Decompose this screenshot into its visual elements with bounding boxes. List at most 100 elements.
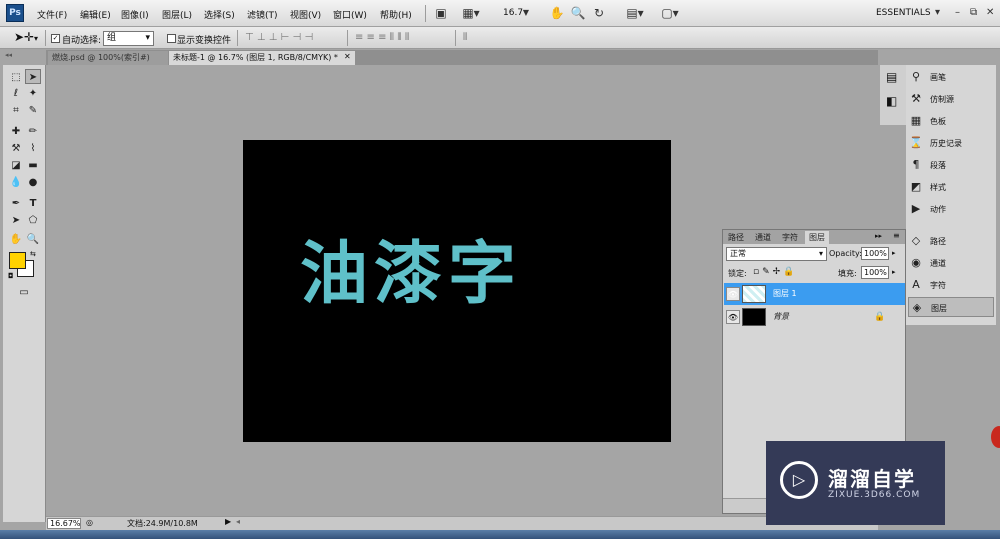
menu-select[interactable]: 选择(S) bbox=[204, 8, 235, 21]
show-transform-checkbox[interactable] bbox=[167, 34, 176, 43]
layer-thumbnail bbox=[742, 308, 766, 326]
collapse-icon[interactable]: ◂◂ bbox=[5, 51, 12, 59]
blur-tool-icon[interactable]: 💧 bbox=[8, 175, 24, 190]
menu-file[interactable]: 文件(F) bbox=[37, 8, 67, 21]
eraser-tool-icon[interactable]: ◪ bbox=[8, 158, 24, 173]
pen-tool-icon[interactable]: ✒ bbox=[8, 196, 24, 211]
tab-document-2[interactable]: 未标题-1 @ 16.7% (图层 1, RGB/8/CMYK) * bbox=[169, 51, 355, 65]
layer-row-background[interactable]: 👁 背景 🔒 bbox=[724, 306, 905, 328]
dock-item-paths[interactable]: ◇ 路径 bbox=[908, 231, 994, 251]
menu-layer[interactable]: 图层(L) bbox=[162, 8, 192, 21]
color-panel-icon[interactable]: ▤ bbox=[886, 70, 897, 84]
chevron-down-icon[interactable]: ▼ bbox=[521, 5, 531, 21]
foreground-color-swatch[interactable] bbox=[9, 252, 26, 269]
lock-buttons-icon[interactable]: ▫✎✢🔒 bbox=[753, 267, 797, 277]
panel-menu-icon[interactable]: ≡ bbox=[893, 231, 900, 240]
chevron-down-icon: ▾ bbox=[818, 249, 823, 258]
move-tool-preset-icon[interactable]: ➤✛ bbox=[14, 30, 34, 44]
scroll-left-icon[interactable]: ◂ bbox=[236, 517, 240, 526]
dock-item-channels[interactable]: ◉ 通道 bbox=[908, 253, 994, 273]
swap-colors-icon[interactable]: ⇆ bbox=[30, 250, 36, 258]
eyedropper-tool-icon[interactable]: ✎ bbox=[25, 103, 41, 118]
dock-item-paragraph[interactable]: ¶ 段落 bbox=[908, 155, 994, 175]
menu-image[interactable]: 图像(I) bbox=[121, 8, 149, 21]
workspace-chevron-icon[interactable]: ▾ bbox=[935, 7, 940, 18]
dock-item-actions[interactable]: ▶ 动作 bbox=[908, 199, 994, 219]
layer-row-1[interactable]: 👁 图层 1 bbox=[724, 283, 905, 305]
rotate-view-icon[interactable]: ↻ bbox=[591, 5, 607, 21]
magic-wand-tool-icon[interactable]: ✦ bbox=[25, 86, 41, 101]
eye-icon[interactable]: 👁 bbox=[726, 287, 740, 301]
zoom-field[interactable]: 16.67% bbox=[47, 518, 81, 529]
clone-stamp-tool-icon[interactable]: ⚒ bbox=[8, 141, 24, 156]
chevron-right-icon[interactable]: ▸ bbox=[892, 268, 896, 276]
auto-select-dropdown[interactable]: 组 ▾ bbox=[103, 31, 154, 46]
play-logo-icon: ▷ bbox=[780, 461, 818, 499]
default-colors-icon[interactable]: ◘ bbox=[8, 272, 14, 280]
dock-item-history[interactable]: ⌛ 历史记录 bbox=[908, 133, 994, 153]
tab-document-1[interactable]: 燃烧.psd @ 100%(索引#) bbox=[48, 51, 168, 65]
workspace-switcher[interactable]: ESSENTIALS bbox=[876, 8, 931, 18]
brush-icon: ⚲ bbox=[911, 70, 921, 83]
arrange-documents-icon[interactable]: ▤▾ bbox=[622, 5, 648, 21]
brush-tool-icon[interactable]: ✏ bbox=[25, 124, 41, 139]
dock-item-character[interactable]: A 字符 bbox=[908, 275, 994, 295]
tab-layers[interactable]: 图层 bbox=[805, 231, 829, 244]
divider bbox=[237, 30, 238, 46]
menu-help[interactable]: 帮助(H) bbox=[380, 8, 412, 21]
path-selection-tool-icon[interactable]: ➤ bbox=[8, 213, 24, 228]
dock-item-styles[interactable]: ◩ 样式 bbox=[908, 177, 994, 197]
menu-bar bbox=[0, 0, 1000, 27]
move-tool-icon[interactable]: ➤ bbox=[25, 69, 41, 84]
auto-align-icon[interactable]: ⫴ bbox=[463, 32, 467, 43]
status-arrow-icon[interactable]: ▶ bbox=[225, 517, 231, 526]
minimize-icon[interactable]: – bbox=[955, 7, 960, 18]
floating-button[interactable] bbox=[991, 426, 1000, 448]
mini-bridge-icon[interactable]: ▣ bbox=[433, 5, 449, 21]
adjustments-panel-icon[interactable]: ◧ bbox=[886, 94, 897, 108]
dock-label: 字符 bbox=[930, 281, 946, 290]
menu-filter[interactable]: 滤镜(T) bbox=[247, 8, 278, 21]
menu-edit[interactable]: 编辑(E) bbox=[80, 8, 111, 21]
menu-view[interactable]: 视图(V) bbox=[290, 8, 321, 21]
restore-icon[interactable]: ⧉ bbox=[970, 7, 977, 18]
shape-tool-icon[interactable]: ⬠ bbox=[25, 213, 41, 228]
dodge-tool-icon[interactable]: ● bbox=[25, 175, 41, 190]
opacity-field[interactable]: 100% bbox=[861, 247, 889, 260]
auto-select-checkbox[interactable]: ✓ bbox=[51, 34, 60, 43]
lasso-tool-icon[interactable]: ℓ bbox=[8, 86, 24, 101]
status-menu-icon[interactable]: ◎ bbox=[86, 518, 93, 527]
crop-tool-icon[interactable]: ⌗ bbox=[8, 103, 24, 118]
close-tab-icon[interactable]: ✕ bbox=[344, 52, 351, 61]
spot-healing-tool-icon[interactable]: ✚ bbox=[8, 124, 24, 139]
hand-icon[interactable]: ✋ bbox=[549, 5, 565, 21]
history-brush-tool-icon[interactable]: ⌇ bbox=[25, 141, 41, 156]
menu-window[interactable]: 窗口(W) bbox=[333, 8, 367, 21]
tab-paths[interactable]: 路径 bbox=[724, 231, 748, 244]
type-tool-icon[interactable]: T bbox=[25, 196, 41, 211]
fill-field[interactable]: 100% bbox=[861, 266, 889, 279]
marquee-tool-icon[interactable]: ⬚ bbox=[8, 70, 24, 85]
chevron-down-icon[interactable]: ▾ bbox=[34, 34, 38, 43]
close-icon[interactable]: ✕ bbox=[986, 7, 994, 18]
collapse-icon[interactable]: ▸▸ bbox=[875, 232, 882, 240]
zoom-icon[interactable]: 🔍 bbox=[570, 5, 586, 21]
eye-icon[interactable]: 👁 bbox=[726, 310, 740, 324]
tab-character[interactable]: 字符 bbox=[778, 231, 802, 244]
auto-select-label: 自动选择: bbox=[62, 36, 102, 46]
gradient-tool-icon[interactable]: ▬ bbox=[25, 158, 41, 173]
view-extras-icon[interactable]: ▦▾ bbox=[458, 5, 484, 21]
chevron-right-icon[interactable]: ▸ bbox=[892, 249, 896, 257]
dock-item-layers[interactable]: ◈ 图层 bbox=[908, 297, 994, 317]
screen-mode-icon[interactable]: ▢▾ bbox=[657, 5, 683, 21]
hand-tool-icon[interactable]: ✋ bbox=[8, 232, 24, 247]
dock-item-swatches[interactable]: ▦ 色板 bbox=[908, 111, 994, 131]
tab-channels[interactable]: 通道 bbox=[751, 231, 775, 244]
distribute-buttons-icon[interactable]: ≡ ≡ ≡ ⦀ ⦀ ⦀ bbox=[355, 32, 409, 43]
dock-item-brush[interactable]: ⚲ 画笔 bbox=[908, 67, 994, 87]
align-buttons-icon[interactable]: ⊤ ⊥ ⊥ ⊢ ⊣ ⊣ bbox=[245, 32, 313, 43]
zoom-tool-icon[interactable]: 🔍 bbox=[25, 232, 41, 247]
dock-item-clone-source[interactable]: ⚒ 仿制源 bbox=[908, 89, 994, 109]
blend-mode-dropdown[interactable]: 正常 ▾ bbox=[726, 247, 827, 261]
quick-mask-icon[interactable]: ▭ bbox=[16, 285, 32, 300]
